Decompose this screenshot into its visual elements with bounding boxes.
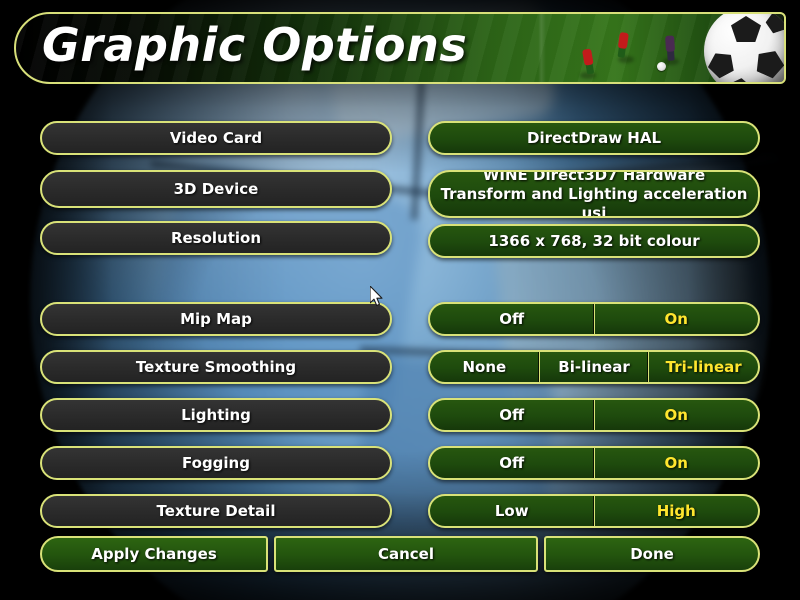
- label-mip-map[interactable]: Mip Map: [40, 302, 392, 336]
- label-resolution[interactable]: Resolution: [40, 221, 392, 255]
- option-mip-map-on[interactable]: On: [595, 304, 759, 334]
- label-video-card[interactable]: Video Card: [40, 121, 392, 155]
- done-button[interactable]: Done: [544, 536, 760, 572]
- value-resolution[interactable]: 1366 x 768, 32 bit colour: [428, 224, 760, 258]
- label-3d-device[interactable]: 3D Device: [40, 170, 392, 208]
- toggle-lighting[interactable]: Off On: [428, 398, 760, 432]
- header-banner: Graphic Options: [14, 12, 786, 84]
- option-mip-map-off[interactable]: Off: [430, 304, 595, 334]
- soccer-ball-icon: [704, 14, 784, 82]
- value-3d-device[interactable]: WINE Direct3D7 Hardware Transform and Li…: [428, 170, 760, 218]
- option-smoothing-none[interactable]: None: [430, 352, 540, 382]
- toggle-texture-smoothing[interactable]: None Bi-linear Tri-linear: [428, 350, 760, 384]
- option-detail-low[interactable]: Low: [430, 496, 595, 526]
- option-smoothing-trilinear[interactable]: Tri-linear: [649, 352, 758, 382]
- option-lighting-off[interactable]: Off: [430, 400, 595, 430]
- graphic-options-screen: Graphic Options Video Card DirectDraw HA…: [0, 0, 800, 600]
- pitch-ball-icon: [657, 62, 666, 71]
- label-lighting[interactable]: Lighting: [40, 398, 392, 432]
- toggle-fogging[interactable]: Off On: [428, 446, 760, 480]
- option-smoothing-bilinear[interactable]: Bi-linear: [540, 352, 650, 382]
- action-bar: Apply Changes Cancel Done: [40, 536, 760, 572]
- apply-changes-button[interactable]: Apply Changes: [40, 536, 268, 572]
- label-texture-smoothing[interactable]: Texture Smoothing: [40, 350, 392, 384]
- option-lighting-on[interactable]: On: [595, 400, 759, 430]
- value-video-card[interactable]: DirectDraw HAL: [428, 121, 760, 155]
- label-texture-detail[interactable]: Texture Detail: [40, 494, 392, 528]
- label-fogging[interactable]: Fogging: [40, 446, 392, 480]
- option-detail-high[interactable]: High: [595, 496, 759, 526]
- option-fogging-off[interactable]: Off: [430, 448, 595, 478]
- option-fogging-on[interactable]: On: [595, 448, 759, 478]
- toggle-texture-detail[interactable]: Low High: [428, 494, 760, 528]
- page-title: Graphic Options: [42, 18, 468, 72]
- toggle-mip-map[interactable]: Off On: [428, 302, 760, 336]
- cancel-button[interactable]: Cancel: [274, 536, 538, 572]
